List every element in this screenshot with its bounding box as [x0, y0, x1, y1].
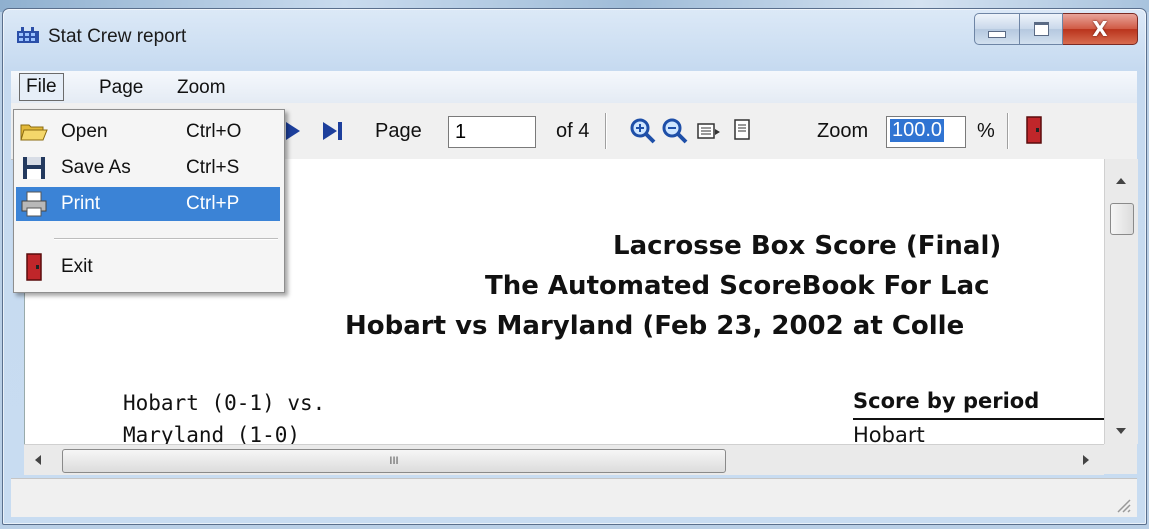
menu-save-as[interactable]: Save As Ctrl+S [16, 151, 280, 185]
horizontal-scrollbar[interactable]: III [24, 444, 1104, 475]
close-button[interactable]: X [1063, 13, 1138, 45]
close-icon: X [1092, 17, 1108, 41]
report-title-line3: Hobart vs Maryland (Feb 23, 2002 at Coll… [345, 311, 965, 341]
status-bar [11, 478, 1137, 517]
toolbar-separator [605, 113, 607, 149]
minimize-button[interactable] [974, 13, 1020, 45]
report-team1: Hobart (0-1) vs. [123, 391, 326, 415]
menu-print-shortcut: Ctrl+P [186, 193, 240, 214]
floppy-disk-icon [23, 157, 45, 179]
zoom-input[interactable]: 100.0 [886, 116, 966, 148]
scroll-right-icon[interactable] [1082, 454, 1090, 466]
menu-separator [54, 238, 278, 240]
window-controls: X [974, 13, 1138, 45]
score-by-period-heading: Score by period [853, 389, 1040, 413]
vertical-scrollbar[interactable] [1104, 159, 1138, 444]
menu-zoom[interactable]: Zoom [171, 75, 232, 101]
scroll-up-icon[interactable] [1115, 177, 1127, 185]
scroll-down-icon[interactable] [1115, 427, 1127, 435]
fit-page-icon[interactable] [731, 117, 753, 143]
vertical-scroll-thumb[interactable] [1110, 203, 1134, 235]
toolbar-separator [1007, 113, 1009, 149]
horizontal-scroll-thumb[interactable]: III [62, 449, 726, 473]
score-team1: Hobart [853, 423, 925, 444]
menu-open-shortcut: Ctrl+O [186, 121, 242, 142]
menu-open-label: Open [61, 121, 108, 142]
heading-underline [853, 418, 1105, 420]
next-page-icon[interactable] [283, 119, 303, 143]
zoom-in-icon[interactable] [629, 117, 657, 145]
menu-page[interactable]: Page [93, 75, 149, 101]
scrollbar-corner [1104, 444, 1137, 474]
page-label: Page [375, 119, 422, 142]
menu-print-label: Print [61, 193, 101, 214]
menu-file[interactable]: File [19, 73, 64, 101]
menu-save-as-label: Save As [61, 157, 131, 178]
fit-width-icon[interactable] [695, 119, 721, 143]
zoom-value: 100.0 [890, 119, 945, 142]
zoom-unit: % [977, 119, 995, 142]
report-title-line2: The Automated ScoreBook For Lac [485, 271, 990, 301]
menu-print[interactable]: Print Ctrl+P [16, 187, 280, 221]
exit-door-icon[interactable] [1025, 115, 1043, 145]
report-window: Stat Crew report X File Page Zoom Page o… [2, 8, 1147, 525]
menu-open[interactable]: Open Ctrl+O [16, 115, 280, 149]
file-menu-dropdown: Open Ctrl+O Save As Ctrl+S Print Ctrl+P [13, 109, 285, 293]
scroll-left-icon[interactable] [34, 454, 42, 466]
minimize-icon [988, 30, 1006, 38]
last-page-icon[interactable] [321, 119, 345, 143]
window-title: Stat Crew report [48, 26, 187, 47]
zoom-out-icon[interactable] [661, 117, 689, 145]
menu-bar: File Page Zoom [11, 71, 1137, 104]
menu-exit[interactable]: Exit [16, 250, 280, 284]
report-title-line1: Lacrosse Box Score (Final) [613, 231, 1002, 261]
scroll-grip: III [389, 455, 399, 467]
page-count: of 4 [556, 119, 590, 142]
maximize-button[interactable] [1020, 13, 1063, 45]
menu-save-as-shortcut: Ctrl+S [186, 157, 240, 178]
page-number-input[interactable] [448, 116, 536, 148]
report-team2: Maryland (1-0) [123, 423, 301, 444]
resize-grip-icon[interactable] [1115, 497, 1131, 513]
printer-icon [21, 191, 47, 217]
menu-exit-label: Exit [61, 256, 93, 277]
title-bar[interactable]: Stat Crew report X [3, 9, 1146, 65]
exit-door-icon [26, 253, 42, 281]
folder-open-icon [20, 124, 48, 141]
maximize-icon [1033, 22, 1049, 36]
app-icon [17, 27, 39, 43]
zoom-label: Zoom [817, 119, 869, 142]
